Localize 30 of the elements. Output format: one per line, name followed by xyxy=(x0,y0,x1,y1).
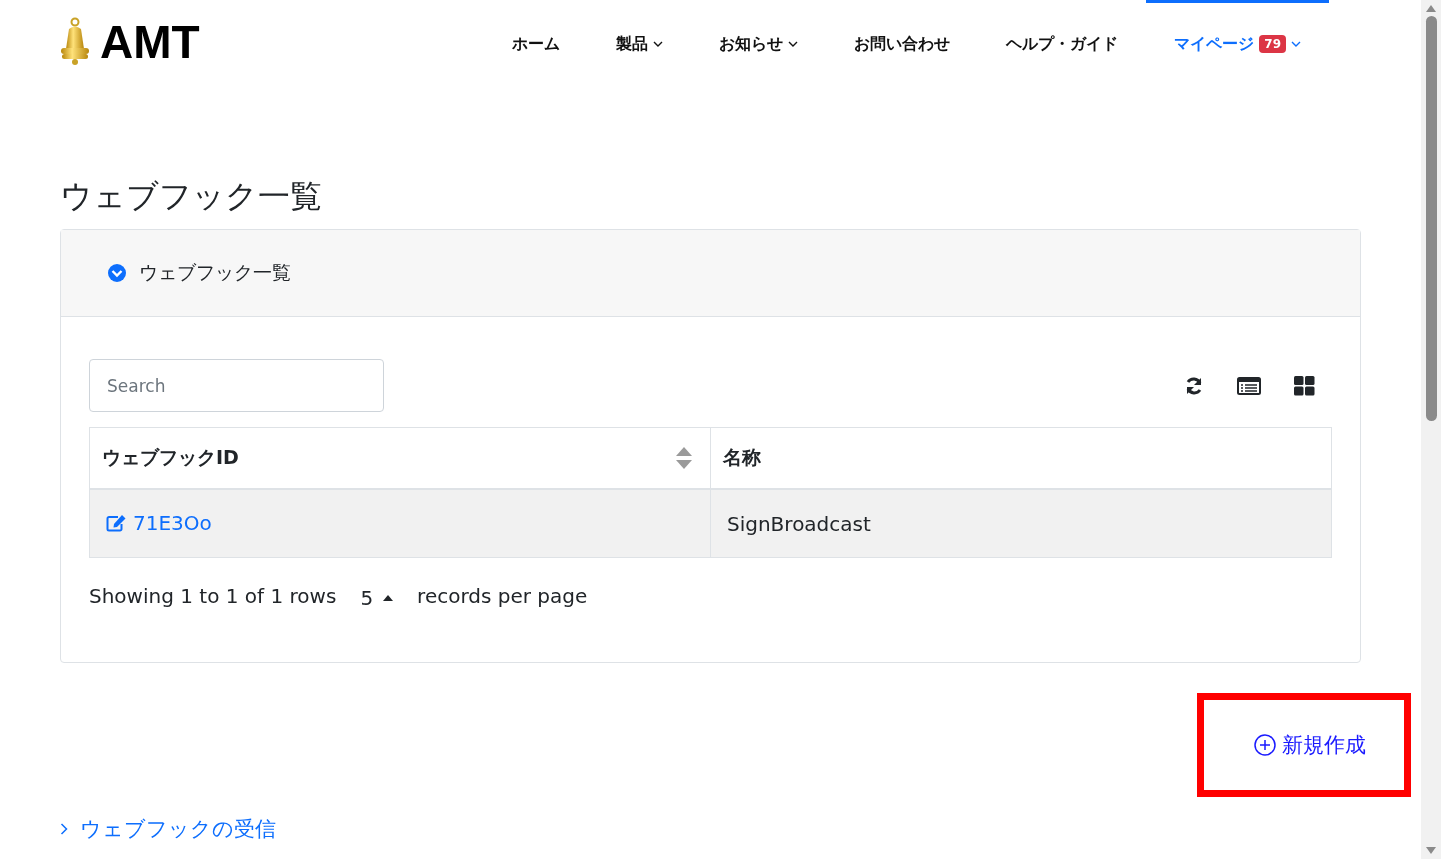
scroll-up-icon[interactable] xyxy=(1426,4,1436,12)
nav-link[interactable]: 製品 xyxy=(588,0,692,85)
list-view-icon[interactable] xyxy=(1237,376,1261,395)
panel-header[interactable]: ウェブフック一覧 xyxy=(61,230,1360,318)
panel-title: ウェブフック一覧 xyxy=(139,260,291,286)
webhook-link[interactable]: 71E3Oo xyxy=(106,510,212,535)
nav-link[interactable]: ホーム xyxy=(484,0,589,85)
caret-up-icon xyxy=(383,595,394,602)
plus-circle-icon xyxy=(1254,734,1276,757)
receive-webhook-link[interactable]: ウェブフックの受信 xyxy=(60,815,276,844)
nav-link[interactable]: マイページ 79 xyxy=(1146,0,1329,85)
bell-icon xyxy=(58,16,92,67)
nav-link[interactable]: お問い合わせ xyxy=(826,0,979,85)
create-button[interactable]: 新規作成 xyxy=(1250,727,1370,764)
search-field[interactable]: Search xyxy=(89,359,384,413)
scrollbar[interactable] xyxy=(1421,0,1441,859)
count-badge: 79 xyxy=(1259,35,1286,53)
chevron-right-icon xyxy=(60,823,68,836)
page-title: ウェブフック一覧 xyxy=(60,177,323,216)
nav-link[interactable]: お知らせ xyxy=(691,0,827,85)
scroll-down-icon[interactable] xyxy=(1426,847,1436,855)
pagination-summary: Showing 1 to 1 of 1 rows xyxy=(89,584,337,609)
page-size-dropdown[interactable]: 5 xyxy=(356,586,398,611)
grid-view-icon[interactable] xyxy=(1294,375,1315,396)
logo-text[interactable]: AMT xyxy=(100,14,200,69)
refresh-icon[interactable] xyxy=(1184,375,1204,396)
pagination-suffix: records per page xyxy=(417,584,588,609)
nav-link[interactable]: ヘルプ・ガイド xyxy=(978,0,1147,85)
edit-icon xyxy=(106,513,127,532)
table-cell: SignBroadcast xyxy=(710,489,1332,558)
